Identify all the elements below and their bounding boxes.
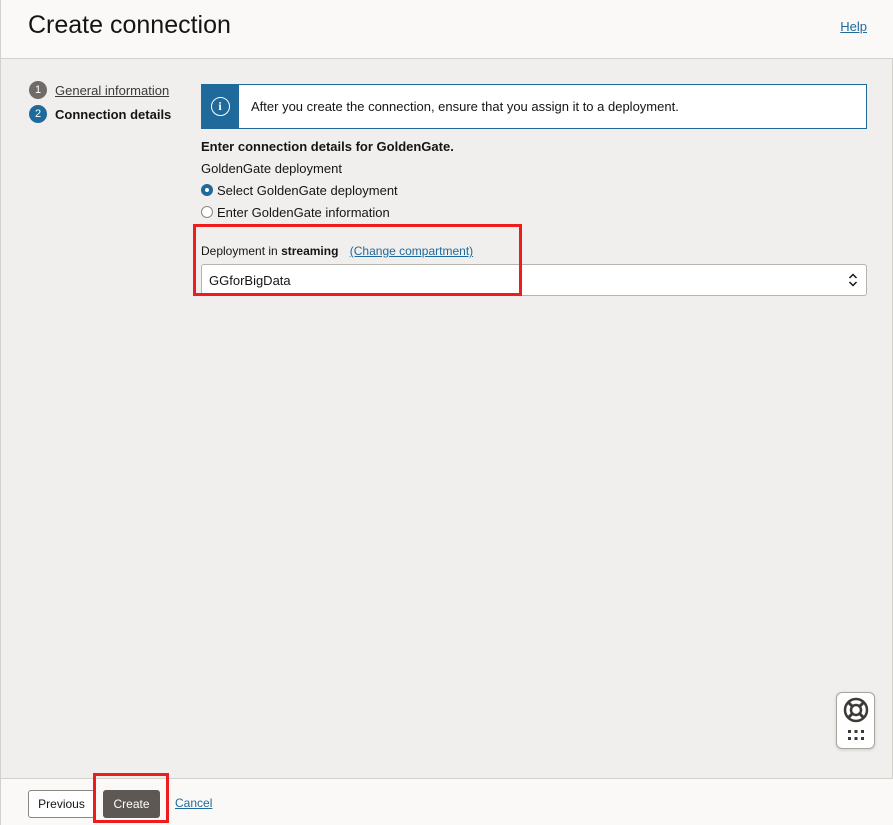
radio-enter-information[interactable]: Enter GoldenGate information — [201, 201, 867, 223]
section-heading: Enter connection details for GoldenGate. — [201, 139, 454, 154]
help-widget[interactable] — [836, 692, 875, 749]
info-message: i After you create the connection, ensur… — [201, 84, 867, 129]
step-number: 2 — [29, 105, 47, 123]
deployment-group-label: GoldenGate deployment — [201, 161, 342, 176]
page-title: Create connection — [28, 11, 231, 39]
deployment-radio-group: Select GoldenGate deployment Enter Golde… — [201, 179, 867, 223]
deployment-field: Deployment in streaming (Change compartm… — [201, 244, 867, 296]
cancel-link[interactable]: Cancel — [175, 796, 212, 810]
create-button[interactable]: Create — [103, 790, 160, 818]
deployment-label: Deployment in streaming (Change compartm… — [201, 244, 867, 258]
step-connection-details: 2 Connection details — [29, 103, 189, 125]
panel-header: Create connection Help — [1, 0, 893, 59]
radio-button[interactable] — [201, 206, 213, 218]
lifebuoy-icon — [843, 697, 869, 728]
step-general-information[interactable]: 1 General information — [29, 79, 189, 101]
previous-button[interactable]: Previous — [28, 790, 95, 818]
create-connection-panel: Create connection Help 1 General informa… — [0, 0, 893, 825]
panel-footer: Previous Create Cancel — [1, 778, 893, 825]
step-label[interactable]: General information — [55, 83, 169, 98]
radio-label: Enter GoldenGate information — [217, 204, 390, 220]
deployment-select-value: GGforBigData — [209, 272, 291, 288]
deployment-label-prefix: Deployment in — [201, 244, 278, 258]
deployment-select[interactable]: GGforBigData — [201, 264, 867, 296]
compartment-name: streaming — [281, 244, 339, 258]
radio-label: Select GoldenGate deployment — [217, 182, 398, 198]
info-icon-container: i — [201, 85, 239, 128]
step-number: 1 — [29, 81, 47, 99]
info-message-text: After you create the connection, ensure … — [251, 99, 679, 114]
step-label: Connection details — [55, 106, 172, 122]
help-link[interactable]: Help — [840, 19, 867, 34]
grid-icon — [847, 728, 865, 746]
connection-details-form: i After you create the connection, ensur… — [201, 84, 867, 296]
wizard-steps: 1 General information 2 Connection detai… — [29, 79, 189, 127]
change-compartment-link[interactable]: (Change compartment) — [350, 244, 473, 258]
chevron-up-down-icon — [848, 272, 858, 288]
radio-button-checked[interactable] — [201, 184, 213, 196]
radio-select-deployment[interactable]: Select GoldenGate deployment — [201, 179, 867, 201]
info-icon: i — [210, 97, 230, 116]
